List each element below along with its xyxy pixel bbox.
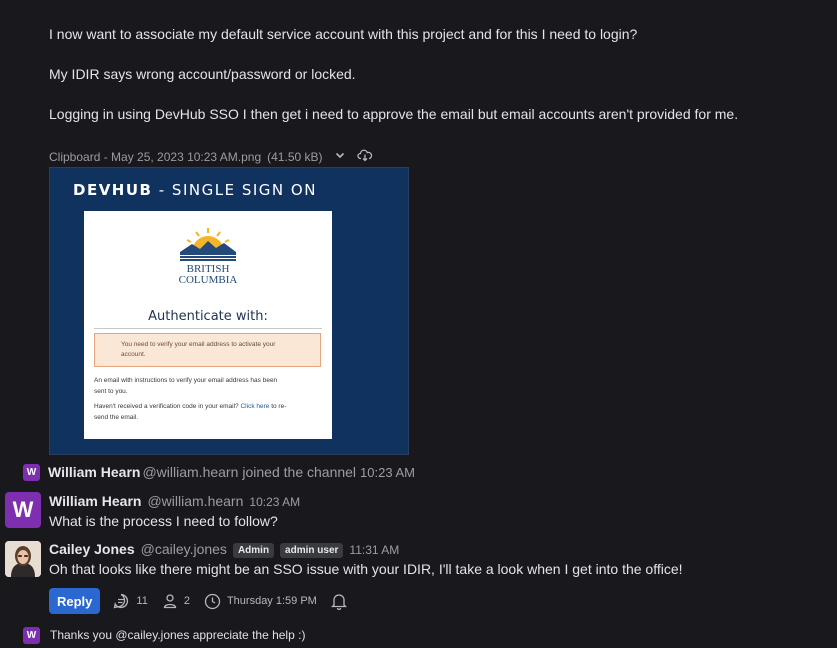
- role-badge: admin user: [280, 543, 344, 558]
- resend-text: Haven't received a verification code in …: [94, 403, 287, 421]
- user-name[interactable]: William Hearn: [48, 464, 140, 480]
- auth-heading: Authenticate with:: [148, 309, 268, 324]
- join-text: joined the channel: [242, 464, 357, 480]
- user-name[interactable]: William Hearn: [49, 493, 141, 509]
- user-icon: [163, 594, 176, 609]
- message-line-1: I now want to associate my default servi…: [49, 26, 638, 42]
- join-event: W William Hearn @william.hearn joined th…: [23, 463, 415, 481]
- reply-arrow-icon: [114, 593, 129, 609]
- post-text: What is the process I need to follow?: [49, 513, 278, 529]
- timestamp[interactable]: 10:23 AM: [360, 465, 415, 480]
- follow-thread[interactable]: [330, 592, 347, 610]
- user-handle[interactable]: @william.hearn: [147, 493, 243, 509]
- user-handle[interactable]: @william.hearn: [142, 464, 238, 480]
- message-line-2: My IDIR says wrong account/password or l…: [49, 66, 356, 82]
- role-badge: Admin: [232, 543, 275, 558]
- last-reply-time[interactable]: Thursday 1:59 PM: [204, 593, 317, 610]
- last-reply-preview[interactable]: W Thanks you @cailey.jones appreciate th…: [23, 626, 305, 644]
- post-header: William Hearn @william.hearn 10:23 AM: [49, 493, 300, 509]
- reply-count[interactable]: 11: [112, 592, 148, 610]
- avatar[interactable]: W: [5, 492, 41, 528]
- sso-card: BRITISH COLUMBIA Authenticate with: You …: [84, 211, 332, 439]
- bc-wordmark: BRITISH COLUMBIA: [178, 263, 238, 286]
- attachment-meta: Clipboard - May 25, 2023 10:23 AM.png (4…: [49, 148, 373, 165]
- avatar[interactable]: W: [23, 463, 40, 481]
- user-handle[interactable]: @cailey.jones: [141, 541, 227, 557]
- attachment-size: (41.50 kB): [267, 149, 323, 164]
- post-text: Oh that looks like there might be an SSO…: [49, 561, 683, 577]
- attachment-filename[interactable]: Clipboard - May 25, 2023 10:23 AM.png: [49, 150, 261, 164]
- cloud-download-icon[interactable]: [356, 148, 373, 165]
- verify-notice: You need to verify your email address to…: [94, 333, 321, 367]
- resend-link: Click here: [240, 403, 270, 410]
- post-header: Cailey Jones @cailey.jones Admin admin u…: [49, 541, 399, 559]
- user-name[interactable]: Cailey Jones: [49, 541, 135, 557]
- avatar[interactable]: [5, 541, 41, 577]
- verify-instructions: An email with instructions to verify you…: [94, 377, 278, 395]
- timestamp[interactable]: 10:23 AM: [249, 495, 300, 509]
- clock-icon: [204, 593, 221, 609]
- chevron-down-icon[interactable]: [333, 148, 347, 165]
- thread-footer: Reply 11 2 Thursday 1:59 PM: [49, 588, 355, 614]
- bc-logo-icon: [180, 228, 236, 261]
- reply-preview-text: Thanks you @cailey.jones appreciate the …: [50, 628, 306, 642]
- participant-count[interactable]: 2: [162, 593, 190, 609]
- bell-icon: [330, 594, 347, 610]
- avatar: W: [23, 626, 40, 644]
- timestamp[interactable]: 11:31 AM: [349, 543, 399, 557]
- divider: [94, 328, 322, 329]
- message-line-3: Logging in using DevHub SSO I then get i…: [49, 106, 739, 122]
- reply-button[interactable]: Reply: [49, 588, 101, 614]
- sso-title: DEVHUB - SINGLE SIGN ON: [73, 181, 317, 199]
- attachment-image-preview[interactable]: DEVHUB - SINGLE SIGN ON BRITISH COLUMBIA…: [49, 167, 409, 455]
